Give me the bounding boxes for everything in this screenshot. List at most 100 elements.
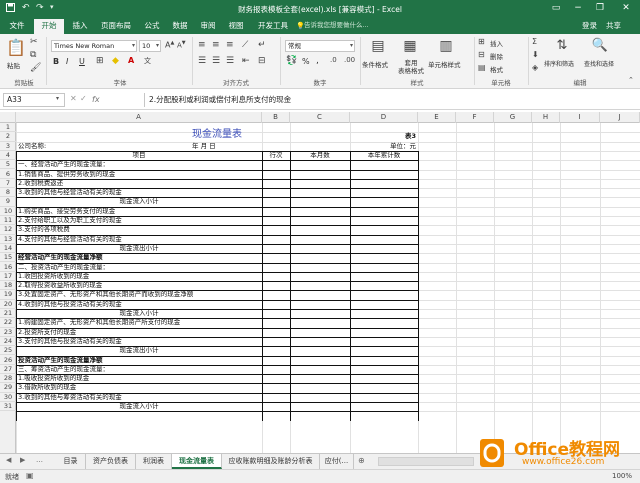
collapse-ribbon-icon[interactable]: ⌃ xyxy=(628,76,634,84)
row-header[interactable]: 20 xyxy=(0,300,16,309)
macro-record-icon[interactable]: ▣ xyxy=(26,471,34,480)
share-button[interactable]: 共享 xyxy=(606,19,621,32)
row-header[interactable]: 31 xyxy=(0,402,16,412)
row-header[interactable]: 1 xyxy=(0,123,16,133)
align-center-icon[interactable]: ☰ xyxy=(212,56,220,66)
row-header[interactable]: 4 xyxy=(0,151,16,161)
insert-cells-button[interactable]: 插入 xyxy=(490,38,503,48)
chevron-down-icon[interactable]: ▾ xyxy=(56,95,59,102)
paste-icon[interactable]: 📋 xyxy=(6,38,26,60)
close-icon[interactable]: ✕ xyxy=(618,2,634,14)
find-select-button[interactable]: 查找和选择 xyxy=(584,59,614,68)
italic-button[interactable]: I xyxy=(66,57,68,66)
tab-insert[interactable]: 插入 xyxy=(68,19,92,34)
add-sheet-icon[interactable]: ⊕ xyxy=(358,456,365,465)
row-header[interactable]: 5 xyxy=(0,160,16,170)
cell-styles-button[interactable]: 单元格样式 xyxy=(428,59,461,69)
align-left-icon[interactable]: ☰ xyxy=(198,56,206,66)
currency-icon[interactable]: 💱 xyxy=(286,56,297,66)
align-top-icon[interactable]: ≡ xyxy=(198,40,206,50)
row-header[interactable]: 15 xyxy=(0,253,16,263)
conditional-format-button[interactable]: 条件格式 xyxy=(362,59,388,69)
format-cells-icon[interactable]: ▤ xyxy=(478,63,486,72)
tab-view[interactable]: 视图 xyxy=(224,19,248,34)
restore-icon[interactable]: ❐ xyxy=(592,2,608,14)
insert-function-button[interactable]: fx xyxy=(92,93,142,107)
row-header[interactable]: 16 xyxy=(0,263,16,272)
column-header-d[interactable]: D xyxy=(350,112,418,123)
borders-icon[interactable]: ⊞ xyxy=(96,56,104,66)
zoom-level[interactable]: 100% xyxy=(612,472,632,480)
row-header[interactable]: 26 xyxy=(0,356,16,365)
clear-icon[interactable]: ◈ xyxy=(532,63,538,72)
copy-icon[interactable]: ⧉ xyxy=(30,50,36,60)
sheet-tab-income[interactable]: 利润表 xyxy=(136,454,172,469)
sheet-tab-payables[interactable]: 应付(... xyxy=(320,454,354,469)
column-header-b[interactable]: B xyxy=(262,112,290,123)
insert-cells-icon[interactable]: ⊞ xyxy=(478,37,485,46)
fill-icon[interactable]: ⬇ xyxy=(532,50,539,59)
tab-formulas[interactable]: 公式 xyxy=(140,19,164,34)
delete-cells-icon[interactable]: ⊟ xyxy=(478,50,485,59)
indent-icon[interactable]: ⇤ xyxy=(242,56,250,66)
paste-button[interactable]: 粘贴 xyxy=(7,60,20,70)
comma-button[interactable]: , xyxy=(316,56,319,66)
tab-data[interactable]: 数据 xyxy=(168,19,192,34)
tab-home[interactable]: 开始 xyxy=(34,19,64,34)
row-header[interactable]: 17 xyxy=(0,272,16,282)
row-header[interactable]: 23 xyxy=(0,328,16,337)
more-sheets-icon[interactable]: … xyxy=(36,456,43,464)
percent-button[interactable]: % xyxy=(302,57,310,66)
format-cells-button[interactable]: 格式 xyxy=(490,64,503,74)
row-header[interactable]: 11 xyxy=(0,216,16,226)
increase-decimal-icon[interactable]: .0 xyxy=(330,56,337,64)
row-header[interactable]: 30 xyxy=(0,393,16,402)
sort-filter-button[interactable]: 排序和筛选 xyxy=(544,59,574,68)
format-painter-icon[interactable]: 🖌 xyxy=(30,63,41,73)
align-bottom-icon[interactable]: ≡ xyxy=(226,40,234,50)
worksheet-grid[interactable]: 现金流量表 表3 公司名称: 年 月 日单位：元 项目 行次 本月数 本年累计数 一、经营活动产… xyxy=(16,123,640,453)
row-header[interactable]: 22 xyxy=(0,318,16,328)
find-select-icon[interactable]: 🔍 xyxy=(590,38,610,53)
autosum-icon[interactable]: Σ xyxy=(532,37,537,46)
tell-me-search[interactable]: 告诉我您想要做什么... xyxy=(304,19,369,32)
sheet-tab-cashflow[interactable]: 现金流量表 xyxy=(172,454,222,469)
conditional-format-icon[interactable]: ▤ xyxy=(368,38,388,54)
align-right-icon[interactable]: ☰ xyxy=(226,56,234,66)
orientation-icon[interactable]: ⟋ xyxy=(242,40,248,50)
column-header-e[interactable]: E xyxy=(418,112,456,123)
tab-developer[interactable]: 开发工具 xyxy=(252,19,294,34)
column-header-g[interactable]: G xyxy=(494,112,532,123)
sort-filter-icon[interactable]: ⇅ xyxy=(552,38,572,53)
row-header[interactable]: 14 xyxy=(0,244,16,254)
column-header-h[interactable]: H xyxy=(532,112,560,123)
sheet-tab-receivables[interactable]: 应收账款明细及账龄分析表 xyxy=(222,454,320,469)
ribbon-display-options-icon[interactable]: ▭ xyxy=(548,2,564,14)
row-header[interactable]: 2 xyxy=(0,132,16,142)
font-shrink-icon[interactable]: A▼ xyxy=(177,40,186,49)
merge-center-icon[interactable]: ⊟ xyxy=(258,56,266,66)
row-header[interactable]: 28 xyxy=(0,374,16,384)
row-header[interactable]: 13 xyxy=(0,235,16,244)
cancel-icon[interactable]: ✕ xyxy=(70,94,77,103)
tab-page-layout[interactable]: 页面布局 xyxy=(96,19,136,34)
row-header[interactable]: 12 xyxy=(0,225,16,235)
fill-color-icon[interactable]: ◆ xyxy=(112,56,119,66)
select-all-corner[interactable] xyxy=(0,112,16,123)
row-header[interactable]: 10 xyxy=(0,207,16,216)
row-header[interactable]: 25 xyxy=(0,346,16,356)
column-header-f[interactable]: F xyxy=(456,112,494,123)
row-header[interactable]: 3 xyxy=(0,142,16,151)
row-header[interactable]: 6 xyxy=(0,170,16,179)
column-header-j[interactable]: J xyxy=(600,112,640,123)
bold-button[interactable]: B xyxy=(53,57,59,66)
row-header[interactable]: 24 xyxy=(0,337,16,347)
horizontal-scrollbar[interactable] xyxy=(378,457,474,466)
enter-icon[interactable]: ✓ xyxy=(80,94,87,103)
tab-file[interactable]: 文件 xyxy=(4,19,30,34)
login-link[interactable]: 登录 xyxy=(582,19,597,32)
column-header-i[interactable]: I xyxy=(560,112,600,123)
column-header-a[interactable]: A xyxy=(16,112,262,123)
decrease-decimal-icon[interactable]: .00 xyxy=(344,56,355,64)
row-header[interactable]: 7 xyxy=(0,179,16,189)
